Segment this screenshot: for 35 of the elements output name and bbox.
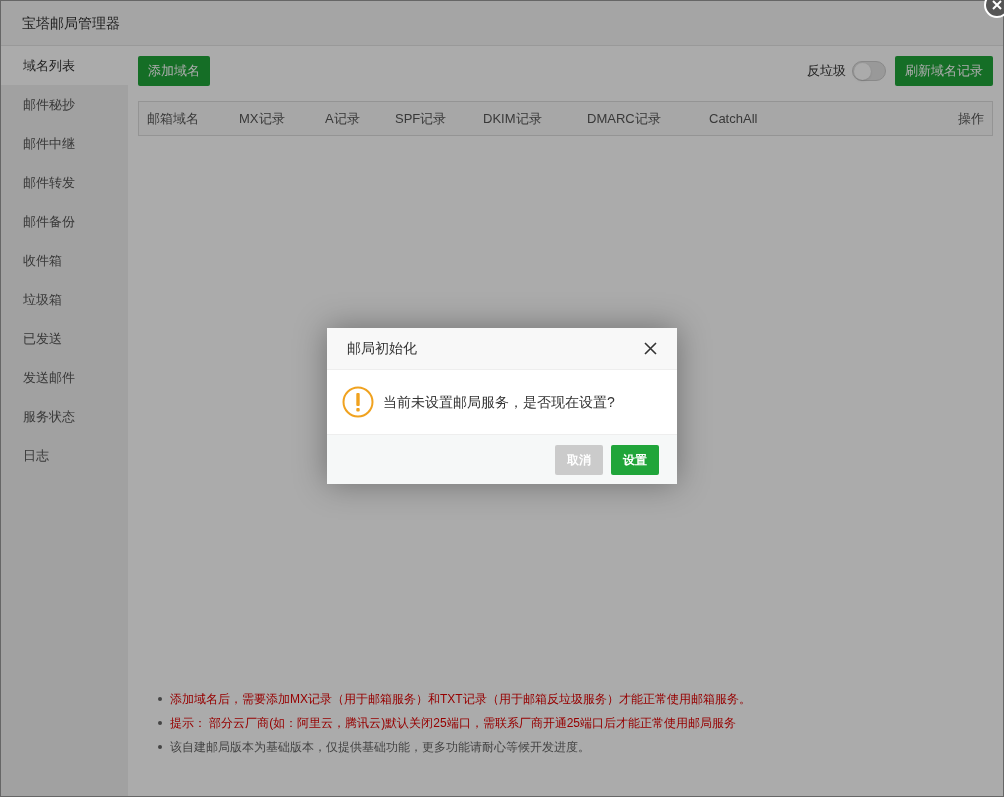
column-header: 操作 bbox=[958, 109, 984, 128]
confirm-button[interactable]: 设置 bbox=[611, 444, 659, 475]
column-header: SPF记录 bbox=[395, 109, 448, 128]
warning-icon bbox=[342, 386, 374, 418]
sidebar-item[interactable]: 邮件转发 bbox=[1, 163, 128, 202]
sidebar-item[interactable]: 域名列表 bbox=[1, 46, 128, 85]
sidebar-item[interactable]: 收件箱 bbox=[1, 241, 128, 280]
antispam-label: 反垃圾 bbox=[807, 62, 846, 81]
sidebar-item[interactable]: 日志 bbox=[1, 436, 128, 475]
bullet-icon bbox=[158, 721, 162, 725]
column-header: 邮箱域名 bbox=[147, 109, 200, 128]
column-header: MX记录 bbox=[239, 109, 286, 128]
bullet-icon bbox=[158, 745, 162, 749]
antispam-toggle[interactable] bbox=[852, 61, 886, 81]
column-header: A记录 bbox=[325, 109, 361, 128]
bullet-icon bbox=[158, 697, 162, 701]
column-header: DMARC记录 bbox=[587, 109, 662, 128]
sidebar-item[interactable]: 邮件备份 bbox=[1, 202, 128, 241]
note-text: 提示： 部分云厂商(如：阿里云，腾讯云)默认关闭25端口，需联系厂商开通25端口后才能正常使用邮局服务 bbox=[170, 715, 737, 732]
refresh-records-button[interactable]: 刷新域名记录 bbox=[895, 56, 993, 86]
dialog-title: 邮局初始化 bbox=[347, 339, 417, 358]
sidebar-item[interactable]: 已发送 bbox=[1, 319, 128, 358]
window-title-bar: 宝塔邮局管理器 bbox=[1, 1, 1003, 46]
dialog-message: 当前未设置邮局服务，是否现在设置? bbox=[383, 392, 615, 412]
sidebar-item[interactable]: 垃圾箱 bbox=[1, 280, 128, 319]
sidebar-item[interactable]: 邮件中继 bbox=[1, 124, 128, 163]
sidebar-item[interactable]: 发送邮件 bbox=[1, 358, 128, 397]
column-header: CatchAll bbox=[709, 109, 759, 128]
sidebar-item[interactable]: 邮件秘抄 bbox=[1, 85, 128, 124]
add-domain-button[interactable]: 添加域名 bbox=[138, 56, 210, 86]
close-icon[interactable] bbox=[644, 342, 657, 355]
note-text: 该自建邮局版本为基础版本，仅提供基础功能，更多功能请耐心等候开发进度。 bbox=[170, 739, 590, 756]
sidebar-item[interactable]: 服务状态 bbox=[1, 397, 128, 436]
column-header: DKIM记录 bbox=[483, 109, 543, 128]
note-text: 添加域名后，需要添加MX记录（用于邮箱服务）和TXT记录（用于邮箱反垃圾服务）才能正常使用邮箱服务。 bbox=[170, 691, 751, 708]
